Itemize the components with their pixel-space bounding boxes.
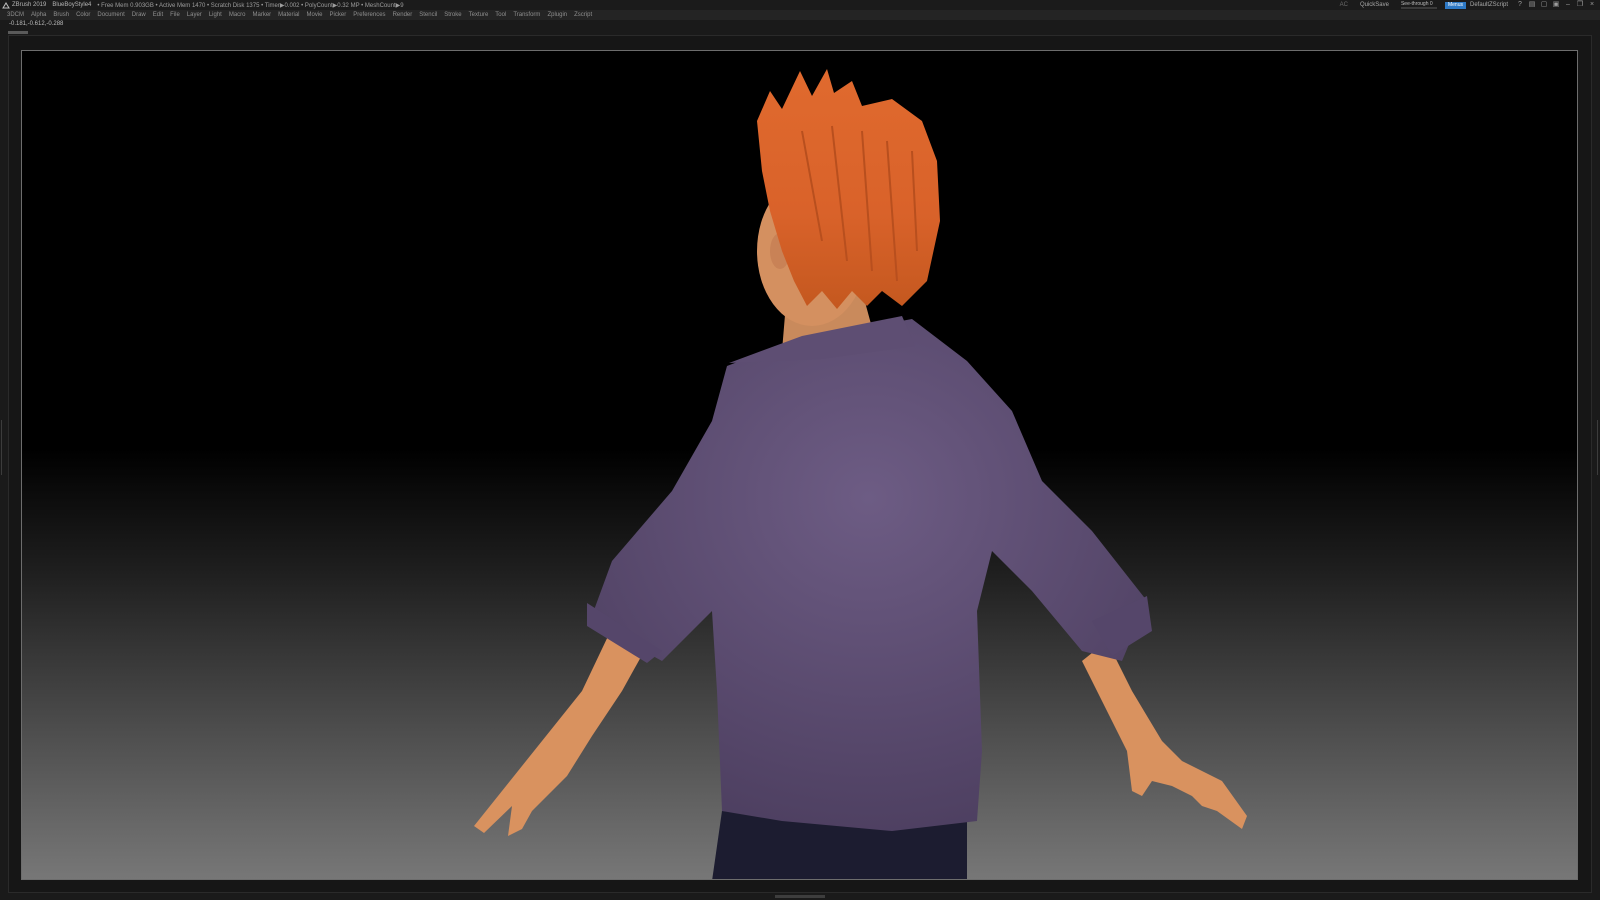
see-through-slider[interactable]: See-through 0 bbox=[1399, 1, 1441, 9]
tray-tab[interactable] bbox=[8, 31, 28, 34]
zbrush-logo-icon bbox=[2, 1, 10, 8]
document-name: BlueBoyStyle4 bbox=[52, 2, 92, 8]
menu-zscript[interactable]: Zscript bbox=[574, 12, 592, 18]
cursor-coordinates: -0.181,-0.612,-0.288 bbox=[9, 21, 64, 27]
menu-3dcm[interactable]: 3DCM bbox=[7, 12, 24, 18]
character-model bbox=[474, 69, 1247, 879]
menu-document[interactable]: Document bbox=[97, 12, 124, 18]
status-stats: • Free Mem 0.903GB • Active Mem 1470 • S… bbox=[97, 2, 404, 9]
menu-picker[interactable]: Picker bbox=[330, 12, 347, 18]
layout-icon[interactable]: ▤ bbox=[1528, 1, 1536, 9]
left-tray-handle[interactable] bbox=[1, 420, 6, 475]
menu-macro[interactable]: Macro bbox=[229, 12, 246, 18]
menu-preferences[interactable]: Preferences bbox=[353, 12, 385, 18]
minimize-icon[interactable]: – bbox=[1564, 1, 1572, 9]
maximize-icon[interactable]: ▢ bbox=[1540, 1, 1548, 9]
menu-marker[interactable]: Marker bbox=[253, 12, 272, 18]
lock-icon[interactable]: ▣ bbox=[1552, 1, 1560, 9]
quicksave-button[interactable]: QuickSave bbox=[1360, 2, 1389, 8]
main-menu-bar: 3DCM Alpha Brush Color Document Draw Edi… bbox=[0, 10, 1600, 20]
menu-edit[interactable]: Edit bbox=[153, 12, 163, 18]
menu-texture[interactable]: Texture bbox=[469, 12, 489, 18]
restore-icon[interactable]: ❐ bbox=[1576, 1, 1584, 9]
menu-light[interactable]: Light bbox=[209, 12, 222, 18]
menu-stroke[interactable]: Stroke bbox=[444, 12, 461, 18]
menu-color[interactable]: Color bbox=[76, 12, 90, 18]
menu-file[interactable]: File bbox=[170, 12, 180, 18]
menu-render[interactable]: Render bbox=[393, 12, 413, 18]
menus-button[interactable]: Menus bbox=[1444, 1, 1466, 9]
title-right-controls: AC QuickSave See-through 0 Menus Default… bbox=[1340, 0, 1596, 10]
title-bar: ZBrush 2019 BlueBoyStyle4 • Free Mem 0.9… bbox=[0, 0, 1600, 10]
shirt bbox=[590, 319, 1147, 831]
menu-tool[interactable]: Tool bbox=[495, 12, 506, 18]
menu-transform[interactable]: Transform bbox=[513, 12, 540, 18]
menu-brush[interactable]: Brush bbox=[53, 12, 69, 18]
close-icon[interactable]: × bbox=[1588, 1, 1596, 9]
right-arm bbox=[1082, 641, 1247, 829]
bottom-tray-handle[interactable] bbox=[775, 895, 825, 898]
help-icon[interactable]: ? bbox=[1516, 1, 1524, 9]
right-tray-handle[interactable] bbox=[1593, 420, 1598, 475]
menu-alpha[interactable]: Alpha bbox=[31, 12, 46, 18]
default-zscript-button[interactable]: DefaultZScript bbox=[1470, 2, 1508, 8]
app-title: ZBrush 2019 bbox=[12, 2, 47, 8]
viewport-canvas[interactable] bbox=[21, 50, 1578, 880]
menu-layer[interactable]: Layer bbox=[187, 12, 202, 18]
menu-zplugin[interactable]: Zplugin bbox=[547, 12, 567, 18]
ac-button[interactable]: AC bbox=[1340, 2, 1348, 8]
menu-stencil[interactable]: Stencil bbox=[419, 12, 437, 18]
menu-draw[interactable]: Draw bbox=[132, 12, 146, 18]
menu-material[interactable]: Material bbox=[278, 12, 299, 18]
menu-movie[interactable]: Movie bbox=[307, 12, 323, 18]
